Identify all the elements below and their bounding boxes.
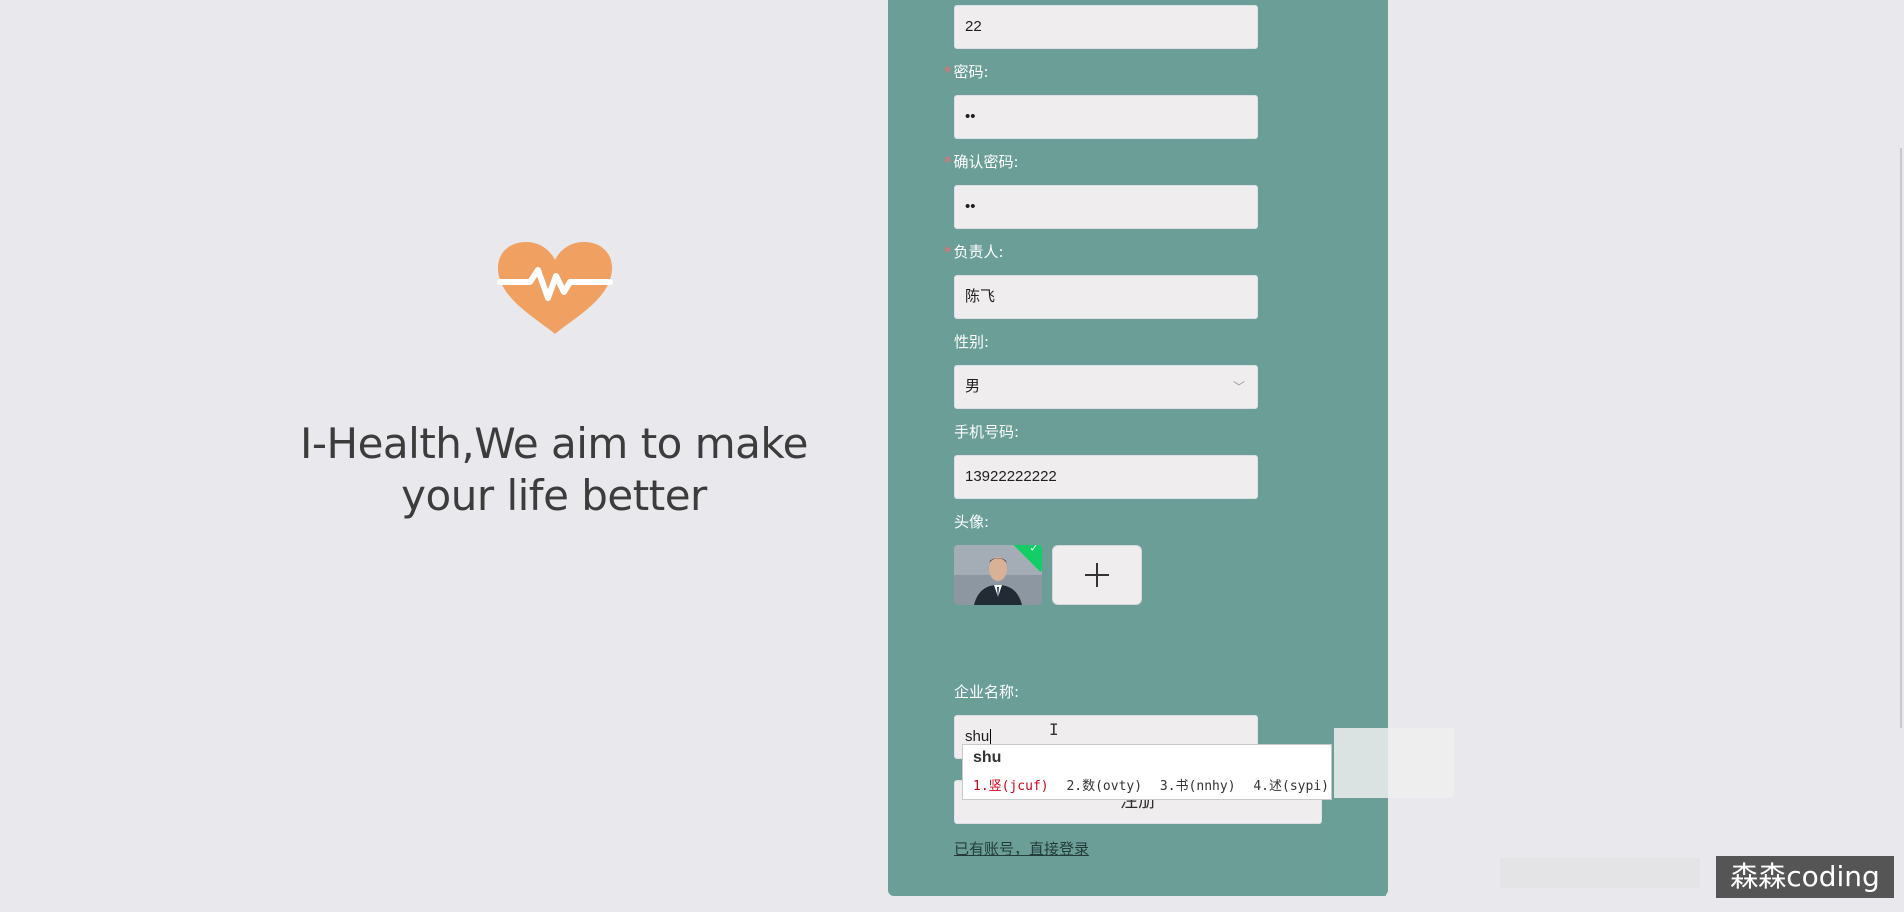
gender-select[interactable]: 男 ﹀ (954, 365, 1258, 409)
ibeam-cursor-icon: I (1049, 720, 1059, 739)
password-label: * 密码: (944, 62, 989, 82)
blurred-overlay (1500, 858, 1700, 888)
gender-label: 性别: (954, 333, 990, 351)
confirm-password-label-text: 确认密码: (953, 153, 1019, 171)
plus-icon (1085, 563, 1109, 587)
required-marker: * (944, 153, 952, 171)
avatar-upload-button[interactable] (1052, 545, 1142, 605)
login-link[interactable]: 已有账号，直接登录 (954, 838, 1089, 859)
password-label-text: 密码: (953, 63, 989, 81)
watermark: 森森coding (1716, 856, 1894, 898)
company-name-value: shu (965, 728, 990, 745)
confirm-password-label: * 确认密码: (944, 152, 1019, 172)
contact-person-label-text: 负责人: (953, 243, 1004, 261)
company-name-label: 企业名称: (954, 683, 1020, 701)
gender-selected-value: 男 (965, 378, 981, 395)
chevron-down-icon: ﹀ (1232, 380, 1245, 394)
avatar-thumbnail[interactable]: ✓ (954, 545, 1042, 605)
confirm-password-input[interactable]: •• (954, 185, 1258, 229)
blurred-overlay (1334, 800, 1386, 896)
scrollbar[interactable] (1900, 148, 1902, 728)
ime-composition: shu (973, 749, 1002, 766)
phone-input[interactable]: 13922222222 (954, 455, 1258, 499)
ime-candidate[interactable]: 2.数(ovty) (1066, 779, 1142, 794)
ime-candidate-list: 1.竖(jcuf) 2.数(ovty) 3.书(nnhy) 4.述(sypi) (973, 775, 1339, 794)
slogan-line-2: your life better (401, 471, 707, 520)
required-marker: * (944, 63, 952, 81)
phone-label: 手机号码: (954, 423, 1020, 441)
slogan-line-1: I-Health,We aim to make (299, 419, 809, 468)
blurred-overlay (1334, 728, 1454, 798)
avatar-label: 头像: (954, 513, 990, 531)
ime-candidate-popup: shu 1.竖(jcuf) 2.数(ovty) 3.书(nnhy) 4.述(sy… (962, 744, 1332, 800)
heart-pulse-icon (497, 242, 613, 334)
required-marker: * (944, 243, 952, 261)
slogan: I-Health,We aim to make your life better (240, 418, 868, 522)
password-input[interactable]: •• (954, 95, 1258, 139)
check-icon: ✓ (1029, 545, 1039, 555)
contact-person-input[interactable]: 陈飞 (954, 275, 1258, 319)
ime-candidate[interactable]: 3.书(nnhy) (1160, 779, 1236, 794)
top-field-input[interactable]: 22 (954, 5, 1258, 49)
text-caret (990, 728, 992, 746)
ime-candidate[interactable]: 1.竖(jcuf) (973, 779, 1049, 794)
contact-person-label: * 负责人: (944, 242, 1004, 262)
ime-candidate[interactable]: 4.述(sypi) (1253, 779, 1329, 794)
